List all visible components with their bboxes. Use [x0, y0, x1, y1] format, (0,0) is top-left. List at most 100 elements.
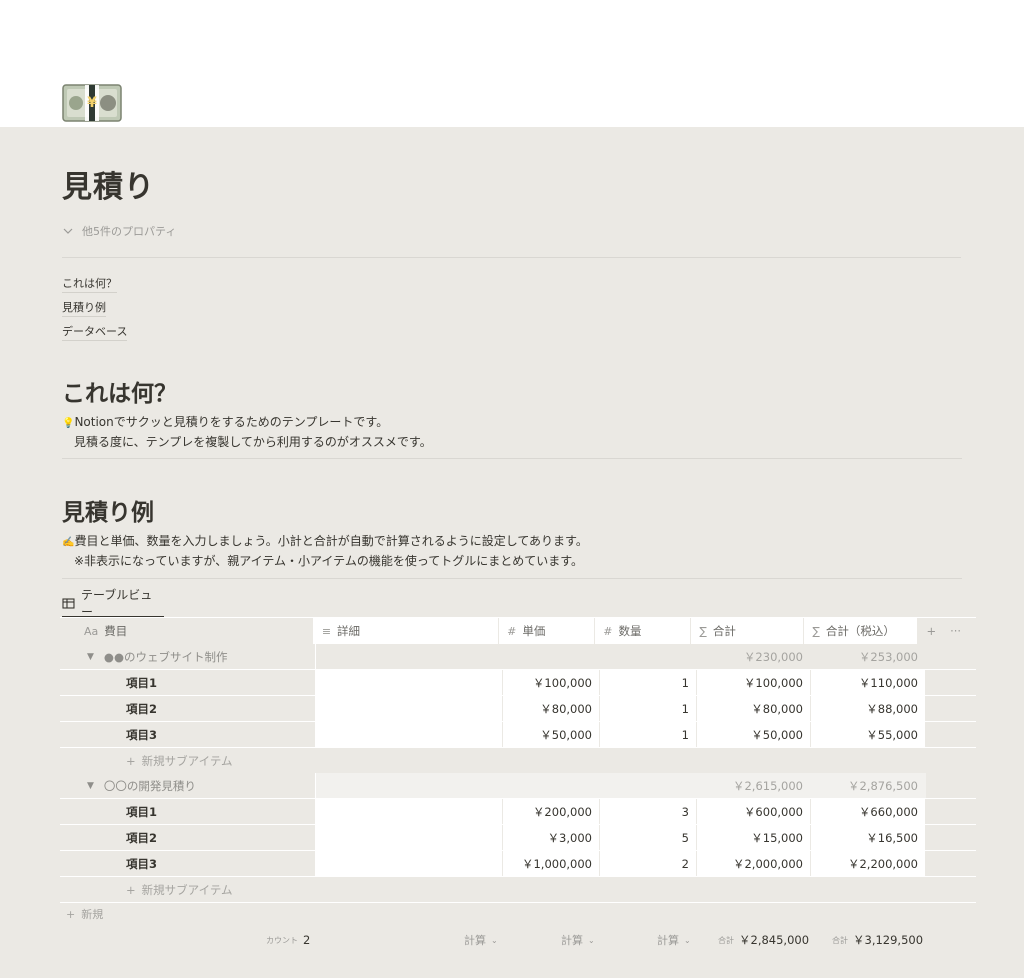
- column-header-total-taxed[interactable]: ∑ 合計（税込）: [804, 618, 919, 644]
- more-icon[interactable]: ···: [950, 624, 961, 638]
- row-title: 項目3: [60, 851, 316, 876]
- column-label: 合計: [712, 624, 736, 638]
- cell-total[interactable]: ￥100,000: [697, 670, 811, 695]
- cell-total[interactable]: ￥2,000,000: [697, 851, 811, 876]
- column-header-total[interactable]: ∑ 合計: [691, 618, 805, 644]
- footer-sum-taxed[interactable]: 合計 ￥3,129,500: [832, 928, 923, 952]
- footer-value: 2: [303, 933, 311, 947]
- footer-count[interactable]: カウント 2: [266, 928, 310, 952]
- column-header-quantity[interactable]: # 数量: [595, 618, 692, 644]
- add-column-icon[interactable]: +: [926, 624, 936, 638]
- cell-taxed[interactable]: ￥55,000: [811, 722, 926, 747]
- cell-detail[interactable]: [316, 799, 503, 824]
- toc-link[interactable]: データベース: [62, 324, 128, 341]
- yen-banknote-icon[interactable]: ¥: [62, 82, 122, 124]
- add-sub-item-button[interactable]: + 新規サブアイテム: [60, 877, 316, 902]
- cell-qty[interactable]: 5: [600, 825, 697, 850]
- toggle-triangle-icon[interactable]: ▼: [87, 652, 94, 662]
- table-row-parent[interactable]: ▼ 〇〇の開発見積り ￥2,615,000 ￥2,876,500: [60, 773, 976, 799]
- column-header-item[interactable]: Aa 費目: [60, 618, 314, 644]
- footer-calc-detail[interactable]: 計算 ⌄: [464, 928, 498, 952]
- cell-unit[interactable]: ￥80,000: [503, 696, 600, 721]
- column-label: 数量: [618, 624, 642, 638]
- cell-qty[interactable]: 1: [600, 670, 697, 695]
- cell-total[interactable]: ￥15,000: [697, 825, 811, 850]
- cell-unit[interactable]: ￥1,000,000: [503, 851, 600, 876]
- chevron-down-icon: ⌄: [588, 935, 595, 945]
- cell-unit[interactable]: ￥200,000: [503, 799, 600, 824]
- table-row[interactable]: 項目3 ￥50,000 1 ￥50,000 ￥55,000: [60, 722, 976, 748]
- toggle-triangle-icon[interactable]: ▼: [87, 781, 94, 791]
- cell-detail[interactable]: [316, 851, 503, 876]
- column-header-detail[interactable]: ≡ 詳細: [313, 618, 500, 644]
- cell-detail[interactable]: [316, 696, 503, 721]
- divider: [62, 578, 962, 579]
- section-heading: 見積り例: [62, 500, 154, 526]
- plus-icon: +: [126, 882, 136, 897]
- table-row[interactable]: 項目1 ￥100,000 1 ￥100,000 ￥110,000: [60, 670, 976, 696]
- cover-area: [0, 0, 1024, 127]
- rollup-property-icon: ∑: [699, 624, 707, 638]
- cell-qty[interactable]: 1: [600, 696, 697, 721]
- table-row[interactable]: 項目2 ￥3,000 5 ￥15,000 ￥16,500: [60, 825, 976, 851]
- row-tail: [926, 722, 976, 747]
- column-header-unit-price[interactable]: # 単価: [499, 618, 596, 644]
- text-property-icon: ≡: [321, 624, 332, 638]
- divider: [62, 458, 962, 459]
- cell-qty[interactable]: [600, 644, 697, 669]
- cell-unit[interactable]: ￥50,000: [503, 722, 600, 747]
- table-row[interactable]: 項目1 ￥200,000 3 ￥600,000 ￥660,000: [60, 799, 976, 825]
- row-tail: [926, 696, 976, 721]
- footer-label: 計算: [561, 934, 583, 947]
- row-name: ▼ 〇〇の開発見積り: [60, 773, 316, 798]
- row-tail: [926, 851, 976, 876]
- cell-qty[interactable]: 2: [600, 851, 697, 876]
- table-row-parent[interactable]: ▼ ●●のウェブサイト制作 ￥230,000 ￥253,000: [60, 644, 976, 670]
- title-property-icon: Aa: [84, 624, 99, 638]
- cell-total[interactable]: ￥80,000: [697, 696, 811, 721]
- cell-detail[interactable]: [316, 670, 503, 695]
- cell-taxed[interactable]: ￥253,000: [811, 644, 926, 669]
- table-header: Aa 費目 ≡ 詳細 # 単価 # 数量 ∑ 合計 ∑ 合計（税込） + ···: [60, 617, 976, 645]
- cell-taxed[interactable]: ￥2,200,000: [811, 851, 926, 876]
- toc-link[interactable]: これは何？: [62, 276, 117, 293]
- cell-total[interactable]: ￥230,000: [697, 644, 811, 669]
- cell-taxed[interactable]: ￥110,000: [811, 670, 926, 695]
- cell-qty[interactable]: [600, 773, 697, 798]
- footer-sum-total[interactable]: 合計 ￥2,845,000: [718, 928, 809, 952]
- cell-taxed[interactable]: ￥88,000: [811, 696, 926, 721]
- table-row[interactable]: 項目3 ￥1,000,000 2 ￥2,000,000 ￥2,200,000: [60, 851, 976, 877]
- plus-icon: +: [126, 753, 136, 768]
- table-row[interactable]: 項目2 ￥80,000 1 ￥80,000 ￥88,000: [60, 696, 976, 722]
- footer-calc-unit[interactable]: 計算 ⌄: [561, 928, 595, 952]
- cell-taxed[interactable]: ￥16,500: [811, 825, 926, 850]
- add-sub-item-row[interactable]: + 新規サブアイテム: [60, 748, 976, 774]
- cell-unit[interactable]: [503, 773, 600, 798]
- add-sub-item-row[interactable]: + 新規サブアイテム: [60, 877, 976, 903]
- cell-detail[interactable]: [316, 825, 503, 850]
- cell-unit[interactable]: ￥100,000: [503, 670, 600, 695]
- footer-calc-qty[interactable]: 計算 ⌄: [657, 928, 691, 952]
- cell-detail[interactable]: [316, 722, 503, 747]
- cell-total[interactable]: ￥2,615,000: [697, 773, 811, 798]
- cell-qty[interactable]: 1: [600, 722, 697, 747]
- cell-taxed[interactable]: ￥2,876,500: [811, 773, 926, 798]
- cell-detail[interactable]: [316, 773, 503, 798]
- divider: [62, 257, 961, 258]
- cell-detail[interactable]: [316, 644, 503, 669]
- row-title: 項目3: [60, 722, 316, 747]
- cell-total[interactable]: ￥600,000: [697, 799, 811, 824]
- row-tail: [926, 773, 976, 798]
- cell-unit[interactable]: [503, 644, 600, 669]
- table-of-contents: これは何？ 見積り例 データベース: [62, 276, 128, 341]
- cell-qty[interactable]: 3: [600, 799, 697, 824]
- properties-toggle[interactable]: 他5件のプロパティ: [62, 223, 176, 239]
- cell-unit[interactable]: ￥3,000: [503, 825, 600, 850]
- text-line: ※非表示になっていますが、親アイテム・小アイテムの機能を使ってトグルにまとめてい…: [74, 554, 584, 568]
- cell-taxed[interactable]: ￥660,000: [811, 799, 926, 824]
- cell-total[interactable]: ￥50,000: [697, 722, 811, 747]
- tab-table-view[interactable]: テーブルビュー: [62, 588, 164, 619]
- toc-link[interactable]: 見積り例: [62, 300, 106, 317]
- new-row-button[interactable]: + 新規: [66, 906, 103, 922]
- add-sub-item-button[interactable]: + 新規サブアイテム: [60, 748, 316, 773]
